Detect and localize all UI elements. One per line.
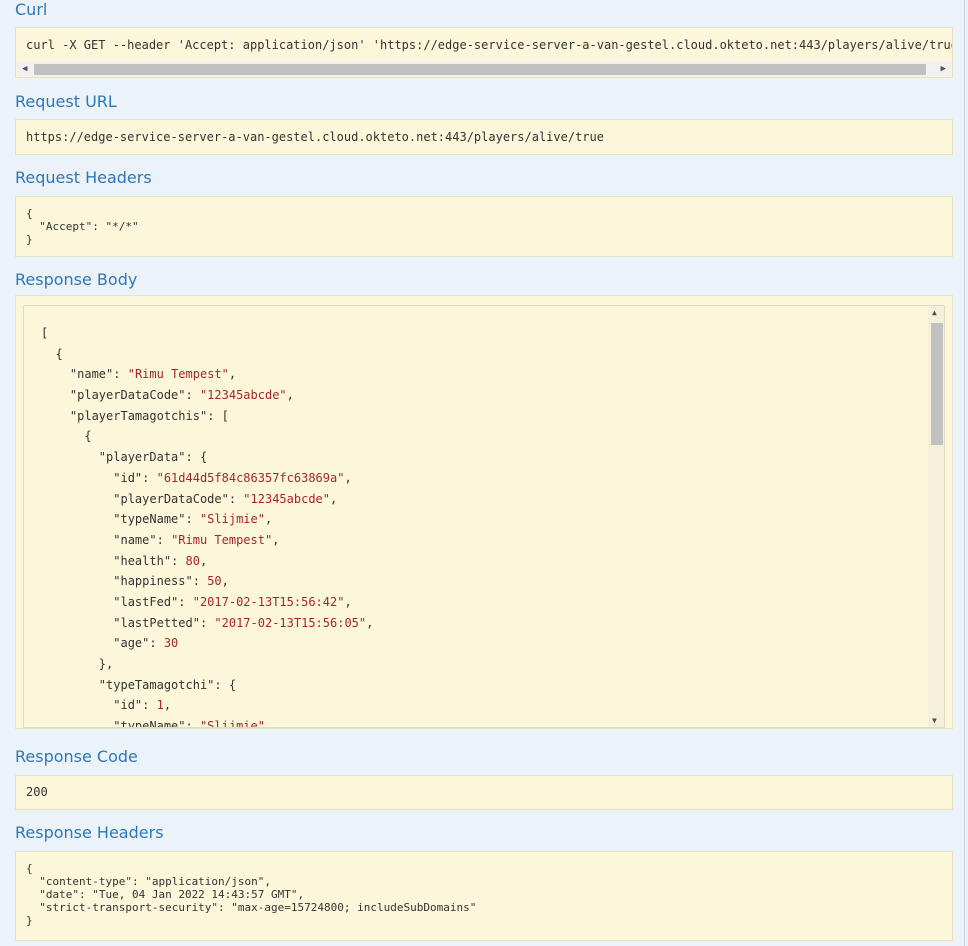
json-value: "2017-02-13T15:56:05": [214, 615, 367, 630]
scrollbar-thumb[interactable]: [931, 323, 943, 445]
json-line: "name": "Rimu Tempest",: [113, 532, 280, 547]
curl-command-text[interactable]: curl -X GET --header 'Accept: applicatio…: [26, 38, 952, 52]
json-line: {: [41, 346, 63, 361]
response-body-container: [ { "name": "Rimu Tempest", "playerDataC…: [15, 295, 953, 729]
response-headers-box[interactable]: { "content-type": "application/json", "d…: [15, 851, 953, 941]
json-key: "lastFed": [113, 594, 179, 609]
json-lines[interactable]: [ { "name": "Rimu Tempest", "playerDataC…: [41, 323, 374, 728]
json-line: "playerTamagotchis": [: [69, 408, 229, 423]
page-border: [964, 0, 965, 946]
json-value: 80: [185, 553, 200, 568]
request-url-box[interactable]: https://edge-service-server-a-van-gestel…: [15, 119, 953, 155]
json-value: "12345abcde": [243, 491, 330, 506]
json-value: "Rimu Tempest": [171, 532, 273, 547]
json-key: "playerDataCode": [113, 491, 229, 506]
json-value: 1: [156, 698, 164, 713]
json-value: "Slijmie": [199, 719, 265, 728]
json-key: "playerDataCode": [69, 388, 186, 403]
json-key: "typeTamagotchi": [98, 677, 215, 692]
json-key: "id": [113, 698, 143, 713]
json-line: "id": "61d44d5f84c86357fc63869a",: [113, 470, 352, 485]
json-key: "age": [113, 636, 150, 651]
json-value: "2017-02-13T15:56:42": [192, 594, 345, 609]
response-code-value[interactable]: 200: [26, 785, 48, 799]
json-value: "61d44d5f84c86357fc63869a": [156, 470, 345, 485]
curl-heading: Curl: [15, 0, 48, 19]
json-value: "12345abcde": [199, 388, 287, 403]
json-line: "typeName": "Slijmie",: [113, 512, 273, 527]
json-key: "happiness": [113, 574, 193, 589]
json-value: 30: [163, 636, 179, 651]
json-key: "playerTamagotchis": [69, 408, 208, 423]
json-key: "lastPetted": [113, 615, 200, 630]
json-line: {: [41, 429, 92, 444]
request-headers-text[interactable]: { "Accept": "*/*" }: [26, 207, 139, 246]
json-line: "age": 30: [113, 636, 179, 651]
json-line: "playerDataCode": "12345abcde",: [113, 491, 338, 506]
response-code-box[interactable]: 200: [15, 775, 953, 810]
json-line: "happiness": 50,: [113, 574, 229, 589]
json-line: "lastFed": "2017-02-13T15:56:42",: [113, 594, 352, 609]
request-url-text[interactable]: https://edge-service-server-a-van-gestel…: [26, 130, 604, 144]
json-line: [: [41, 326, 49, 340]
response-body-heading: Response Body: [15, 270, 138, 289]
json-line: "playerData": {: [98, 450, 208, 465]
json-key: "name": [69, 367, 114, 382]
json-value: "Slijmie": [199, 512, 265, 527]
response-headers-text[interactable]: { "content-type": "application/json", "d…: [26, 862, 476, 927]
json-line: "id": 1,: [113, 698, 172, 713]
json-key: "id": [113, 470, 143, 485]
json-key: "playerData": [98, 450, 186, 465]
scroll-up-arrow-icon[interactable]: ▲: [932, 308, 937, 317]
scrollbar-thumb[interactable]: [34, 64, 926, 75]
curl-command-box[interactable]: curl -X GET --header 'Accept: applicatio…: [15, 27, 953, 78]
scroll-right-arrow-icon[interactable]: ▶: [941, 64, 946, 74]
response-code-heading: Response Code: [15, 747, 138, 766]
json-line: "name": "Rimu Tempest",: [69, 367, 237, 382]
request-headers-heading: Request Headers: [15, 168, 152, 187]
json-key: "typeName": [113, 719, 186, 728]
json-key: "typeName": [113, 512, 186, 527]
response-body-vertical-scrollbar[interactable]: ▲ ▼: [928, 306, 944, 727]
curl-horizontal-scrollbar[interactable]: ◀ ▶: [17, 61, 951, 76]
response-body-json-viewer[interactable]: [ { "name": "Rimu Tempest", "playerDataC…: [23, 305, 945, 728]
scroll-down-arrow-icon[interactable]: ▼: [932, 716, 937, 725]
json-line: "playerDataCode": "12345abcde",: [69, 388, 294, 403]
request-url-heading: Request URL: [15, 92, 117, 111]
json-key: "name": [113, 532, 157, 547]
json-line: "typeName": "Slijmie",: [41, 716, 373, 728]
json-key: "health": [113, 553, 172, 568]
json-line: },: [41, 657, 114, 671]
json-line: "lastPetted": "2017-02-13T15:56:05",: [113, 615, 374, 630]
request-headers-box[interactable]: { "Accept": "*/*" }: [15, 196, 953, 257]
response-headers-heading: Response Headers: [15, 823, 164, 842]
json-value: "Rimu Tempest": [127, 367, 229, 382]
json-line: "health": 80,: [113, 553, 208, 568]
scroll-left-arrow-icon[interactable]: ◀: [22, 64, 27, 74]
json-line: "typeTamagotchi": {: [98, 677, 237, 692]
json-value: 50: [207, 574, 222, 589]
